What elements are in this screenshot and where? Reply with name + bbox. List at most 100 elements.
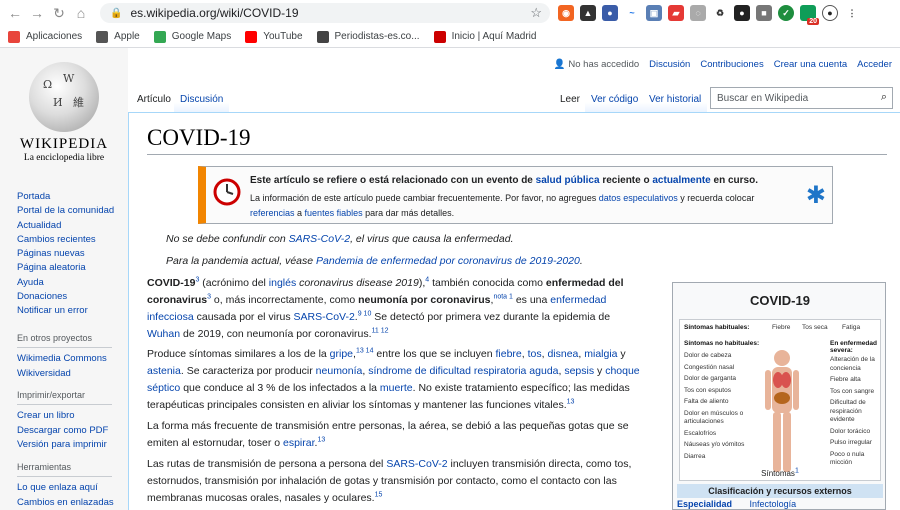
profile-icon[interactable]: ● [822, 5, 838, 21]
notice-title: Este artículo se refiere o está relacion… [250, 175, 758, 186]
sidebar-link[interactable]: Página aleatoria [17, 261, 114, 275]
forward-icon[interactable]: → [26, 2, 48, 24]
search-icon[interactable]: ⌕ [881, 91, 887, 104]
diagram-caption: Síntomas1 [761, 467, 799, 478]
symptom-label: Dolor de garganta [684, 375, 737, 382]
sidebar-link[interactable]: Wikiversidad [17, 367, 112, 381]
symptom-label: Alteración de la conciencia [830, 356, 875, 372]
bookmarks-bar: Aplicaciones Apple Google Maps YouTube Perio… [0, 26, 900, 48]
hatnote-disambiguation: No se debe confundir con SARS-CoV-2, el … [166, 233, 514, 245]
search-input[interactable]: Buscar en Wikipedia ⌕ [710, 87, 893, 109]
user-talk-link[interactable]: Discusión [649, 59, 690, 70]
speculative-link[interactable]: datos especulativos [599, 193, 678, 203]
infobox-section-header: Clasificación y recursos externos [677, 484, 883, 498]
sidebar-link[interactable]: Actualidad [17, 219, 114, 233]
bookmark-item[interactable]: Periodistas-es.co... [316, 30, 420, 43]
symptom-label: Náuseas y/o vómitos [684, 441, 745, 448]
intro-paragraph: COVID-193 (acrónimo del inglés coronavir… [147, 276, 624, 341]
sidebar-link[interactable]: Wikimedia Commons [17, 352, 112, 366]
notice-body: La información de este artículo puede ca… [250, 193, 755, 218]
symptom-label: Congestión nasal [684, 363, 735, 371]
sidebar-link[interactable]: Portal de la comunidad [17, 204, 114, 218]
specialty-value[interactable]: Infectología [750, 499, 797, 509]
tab-read[interactable]: Leer [554, 88, 587, 112]
extension-icon[interactable]: ■ [756, 5, 772, 21]
specialty-label[interactable]: Especialidad [677, 499, 732, 509]
create-account-link[interactable]: Crear una cuenta [774, 59, 847, 70]
check-extension-icon[interactable]: ✓ [778, 5, 794, 21]
sidebar-link[interactable]: Ayuda [17, 276, 114, 290]
back-icon[interactable]: ← [4, 2, 26, 24]
bookmark-label: Aplicaciones [26, 31, 83, 42]
url-text: es.wikipedia.org/wiki/COVID-19 [130, 6, 299, 20]
bookmark-label: Inicio | Aquí Madrid [451, 31, 537, 42]
sars-cov-2-link[interactable]: SARS-CoV-2 [289, 233, 350, 245]
reload-icon[interactable]: ↻ [48, 2, 70, 24]
logo-wordmark: Wikipedia [19, 136, 109, 152]
currently-link[interactable]: actualmente [652, 175, 710, 186]
extension-icon[interactable]: ▰ [668, 5, 684, 21]
symptom-label: Poco o nula micción [830, 450, 865, 467]
transmission-paragraph: La forma más frecuente de transmisión en… [147, 420, 629, 449]
severe-symptoms-list: Alteración de la conciencia Fiebre alta To… [830, 356, 880, 471]
extension-icon[interactable]: ▣ [646, 5, 662, 21]
browser-toolbar: ← → ↻ ⌂ 🔒 es.wikipedia.org/wiki/COVID-19… [0, 0, 900, 26]
tab-article[interactable]: Artículo [131, 88, 177, 112]
extension-icon[interactable]: ● [734, 5, 750, 21]
sidebar-link[interactable]: Descargar como PDF [17, 424, 112, 438]
sidebar-link[interactable]: Lo que enlaza aquí [17, 481, 114, 495]
tab-talk[interactable]: Discusión [174, 88, 230, 112]
reliable-sources-link[interactable]: fuentes fiables [305, 208, 363, 218]
sidebar-link[interactable]: Crear un libro [17, 409, 112, 423]
public-health-link[interactable]: salud pública [536, 175, 600, 186]
clock-icon [213, 178, 241, 206]
home-icon[interactable]: ⌂ [70, 2, 92, 24]
extension-badge: 20 [807, 18, 819, 25]
sidebar-link[interactable]: Notificar un error [17, 304, 114, 318]
sidebar-link[interactable]: Páginas nuevas [17, 247, 114, 261]
sidebar-link[interactable]: Cambios recientes [17, 233, 114, 247]
bookmark-item[interactable]: Apple [96, 30, 140, 43]
symptom-label: Fiebre alta [830, 376, 861, 383]
bookmark-star-icon[interactable]: ☆ [530, 5, 542, 21]
symptom-label: Dolor en músculos o articulaciones [684, 409, 744, 426]
bookmark-item[interactable]: Aplicaciones [8, 30, 83, 43]
pandemic-link[interactable]: Pandemia de enfermedad por coronavirus d… [316, 255, 580, 267]
references-link[interactable]: referencias [250, 208, 295, 218]
extension-badge-icon[interactable]: 20 [800, 5, 819, 25]
wikipedia-logo[interactable]: ΩWИ維 Wikipedia La enciclopedia libre [18, 62, 110, 172]
sidebar-link[interactable]: Donaciones [17, 290, 114, 304]
tab-history[interactable]: Ver historial [643, 88, 708, 112]
sidebar-navigation: Portada Portal de la comunidad Actualidad C… [17, 190, 114, 319]
contributions-link[interactable]: Contribuciones [700, 59, 763, 70]
extension-icon[interactable]: ● [602, 5, 618, 21]
sidebar-link[interactable]: Cambios en enlazadas [17, 496, 114, 510]
rss-extension-icon[interactable]: ◉ [558, 5, 574, 21]
bookmark-label: Google Maps [171, 31, 232, 42]
sidebar-heading: En otros proyectos [17, 331, 112, 349]
uncommon-symptoms-label: Síntomas no habituales: [684, 340, 760, 347]
menu-dots-icon[interactable]: ⋮ [844, 5, 860, 21]
symptoms-diagram[interactable]: Síntomas habituales: Fiebre Tos seca Fat… [679, 319, 881, 481]
extension-icon[interactable]: ▲ [580, 5, 596, 21]
bookmark-item[interactable]: YouTube [245, 30, 303, 43]
tab-view-source[interactable]: Ver código [585, 88, 645, 112]
sidebar-link[interactable]: Versión para imprimir [17, 438, 112, 452]
infobox: COVID-19 Síntomas habituales: Fiebre Tos… [672, 282, 886, 510]
page-icon [316, 30, 329, 43]
symptom-label: Falta de aliento [684, 398, 729, 405]
title-divider [147, 154, 887, 155]
symptom-label: Tos seca [802, 324, 828, 331]
bookmark-item[interactable]: Google Maps [153, 30, 232, 43]
login-link[interactable]: Acceder [857, 59, 892, 70]
symptom-label: Fiebre [772, 324, 791, 331]
recycle-extension-icon[interactable]: ♻ [712, 5, 728, 21]
extension-icon[interactable]: ◌ [690, 5, 706, 21]
address-bar[interactable]: 🔒 es.wikipedia.org/wiki/COVID-19 ☆ [100, 3, 550, 23]
bookmark-label: Apple [114, 31, 140, 42]
sidebar-link[interactable]: Portada [17, 190, 114, 204]
logo-tagline: La enciclopedia libre [23, 153, 105, 163]
bookmark-item[interactable]: Inicio | Aquí Madrid [433, 30, 537, 43]
user-icon: 👤 [553, 59, 566, 70]
extension-icon[interactable]: ~ [624, 5, 640, 21]
